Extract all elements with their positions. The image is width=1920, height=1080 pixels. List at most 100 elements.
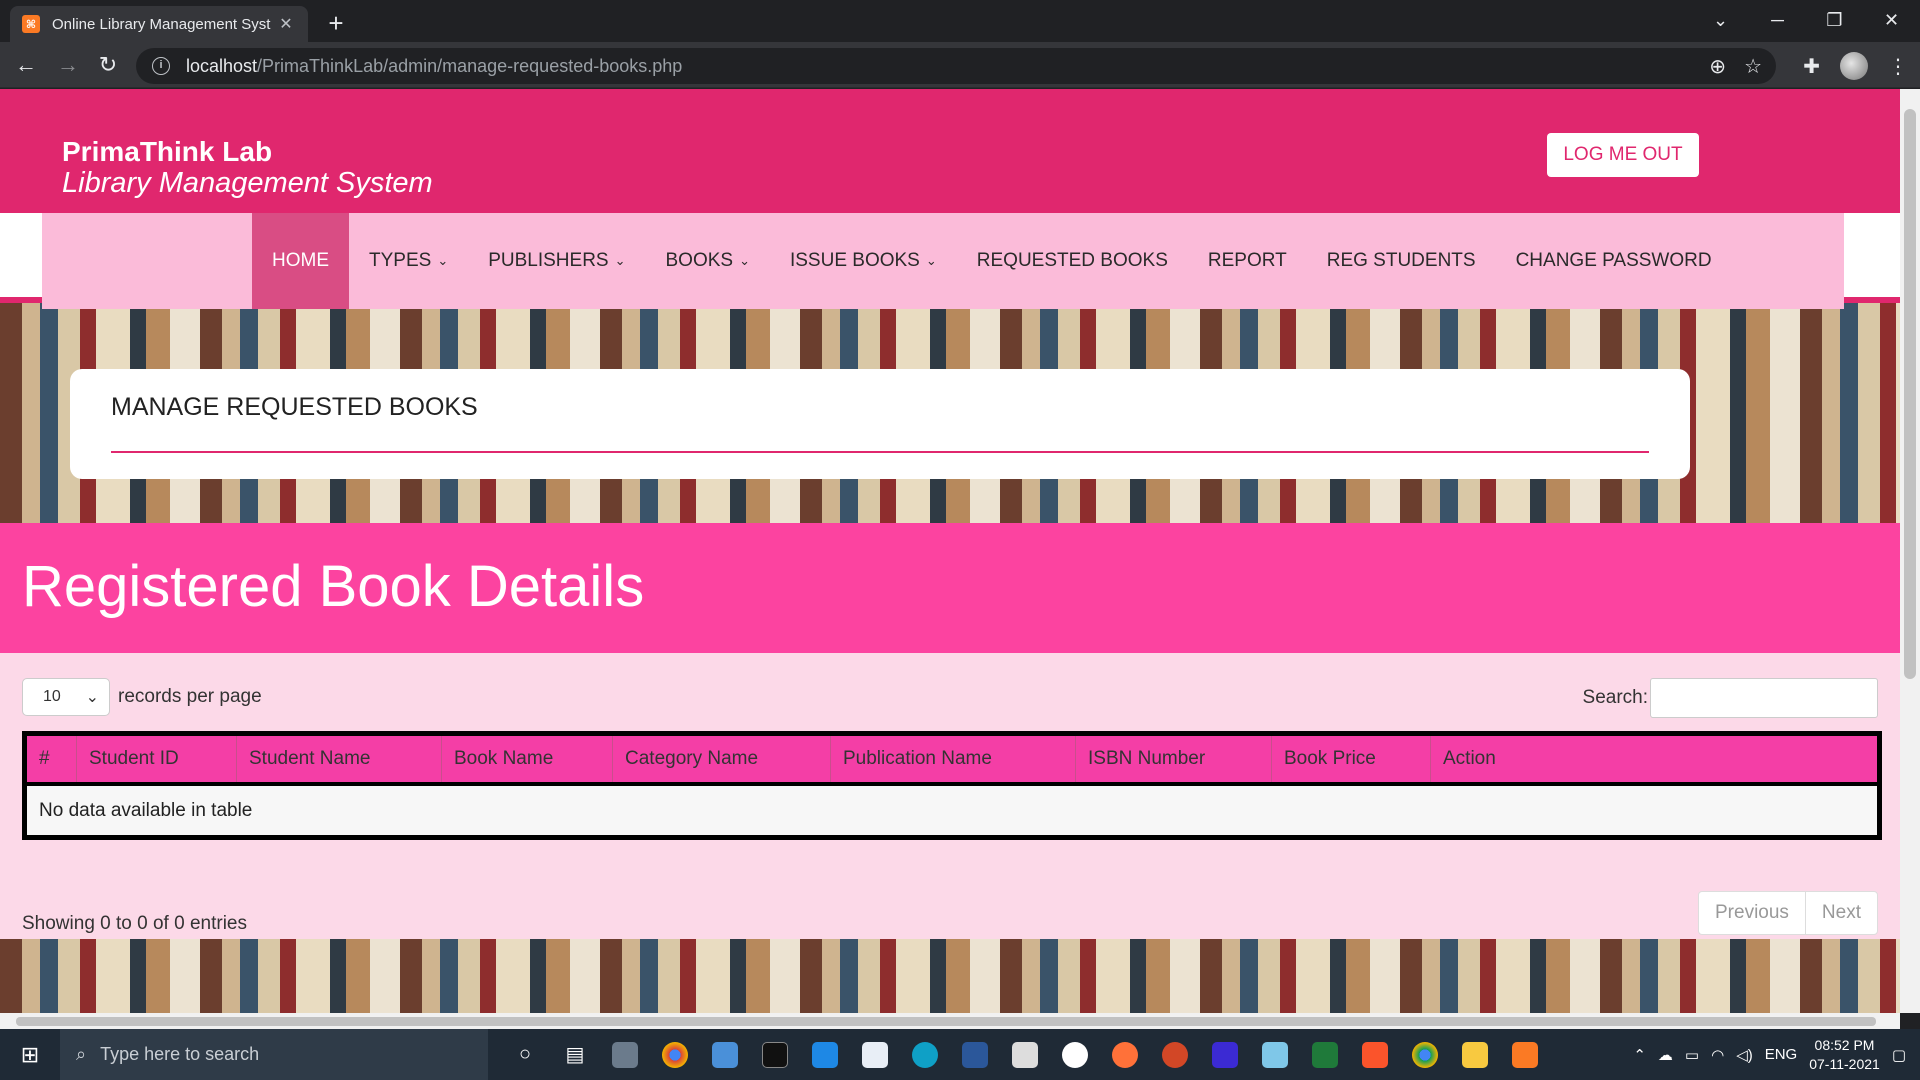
nav-item-label: REPORT xyxy=(1207,250,1287,271)
logout-button[interactable]: LOG ME OUT xyxy=(1547,133,1699,177)
network-app-icon[interactable] xyxy=(700,1029,750,1080)
language-indicator[interactable]: ENG xyxy=(1765,1046,1798,1063)
windows-taskbar: ⊞ ⌕ Type here to search ○ ▤ ⌃ ☁ ▭ ◠ ◁) E… xyxy=(0,1029,1920,1080)
page-length-select[interactable]: 10 ⌄ xyxy=(22,678,110,716)
app-w-icon[interactable] xyxy=(1050,1029,1100,1080)
forward-icon[interactable]: → xyxy=(52,50,84,82)
nav-item-issue-books[interactable]: ISSUE BOOKS ⌄ xyxy=(770,213,957,309)
column-header[interactable]: Action xyxy=(1431,736,1877,782)
extensions-icon[interactable]: ✚ xyxy=(1803,54,1820,79)
terminal-icon[interactable] xyxy=(750,1029,800,1080)
document-icon[interactable] xyxy=(850,1029,900,1080)
brand[interactable]: PrimaThink Lab Library Management System xyxy=(62,137,433,200)
brave-icon[interactable] xyxy=(1350,1029,1400,1080)
restore-icon[interactable]: ❐ xyxy=(1806,0,1863,42)
nav-item-home[interactable]: HOME xyxy=(252,213,349,309)
table-header-row: # Student ID Student Name Book Name Category… xyxy=(27,736,1877,786)
browser-tab[interactable]: ⌘ Online Library Management Syst ✕ xyxy=(10,6,308,42)
column-header[interactable]: Student ID xyxy=(77,736,237,782)
column-header[interactable]: Book Name xyxy=(442,736,613,782)
word-icon[interactable] xyxy=(950,1029,1000,1080)
task-view-icon[interactable]: ▤ xyxy=(550,1029,600,1080)
site-info-icon[interactable]: i xyxy=(152,57,170,75)
url-text: localhost/PrimaThinkLab/admin/manage-req… xyxy=(186,55,683,76)
previous-button[interactable]: Previous xyxy=(1699,892,1806,934)
page-viewport: PrimaThink Lab Library Management System… xyxy=(0,89,1900,1013)
vertical-scrollbar[interactable] xyxy=(1900,89,1920,1013)
clock[interactable]: 08:52 PM 07-11-2021 xyxy=(1809,1036,1880,1074)
next-button[interactable]: Next xyxy=(1806,892,1877,934)
nav-item-requested-books[interactable]: REQUESTED BOOKS xyxy=(957,213,1188,309)
onedrive-icon[interactable]: ☁ xyxy=(1658,1046,1673,1064)
column-header[interactable]: # xyxy=(27,736,77,782)
bookmark-star-icon[interactable]: ☆ xyxy=(1744,54,1762,79)
vertical-scroll-thumb[interactable] xyxy=(1904,109,1916,679)
table-info: Showing 0 to 0 of 0 entries xyxy=(22,913,247,934)
volume-icon[interactable]: ◁) xyxy=(1736,1046,1753,1064)
notes-icon[interactable] xyxy=(1250,1029,1300,1080)
xampp-taskbar-icon[interactable] xyxy=(1500,1029,1550,1080)
chevron-down-icon: ⌄ xyxy=(925,253,937,268)
column-header[interactable]: Publication Name xyxy=(831,736,1076,782)
window-controls: ⌄ ─ ❐ ✕ xyxy=(1692,0,1920,42)
edge-icon[interactable] xyxy=(900,1029,950,1080)
column-header[interactable]: Category Name xyxy=(613,736,831,782)
site-header: PrimaThink Lab Library Management System… xyxy=(0,89,1900,213)
page-title: MANAGE REQUESTED BOOKS xyxy=(111,393,478,421)
system-tray: ⌃ ☁ ▭ ◠ ◁) ENG 08:52 PM 07-11-2021 ▢ xyxy=(1633,1029,1920,1080)
windows-start-icon[interactable]: ⊞ xyxy=(0,1029,60,1080)
nav-item-publishers[interactable]: PUBLISHERS ⌄ xyxy=(468,213,645,309)
vscode-icon[interactable] xyxy=(800,1029,850,1080)
tab-search-icon[interactable]: ⌄ xyxy=(1692,0,1749,42)
wifi-icon[interactable]: ◠ xyxy=(1711,1046,1724,1064)
horizontal-scroll-thumb[interactable] xyxy=(16,1017,1876,1026)
powerpoint-icon[interactable] xyxy=(1150,1029,1200,1080)
camera-icon[interactable] xyxy=(1000,1029,1050,1080)
tray-chevron-icon[interactable]: ⌃ xyxy=(1633,1046,1646,1064)
nav-item-report[interactable]: REPORT xyxy=(1188,213,1307,309)
chrome-icon[interactable] xyxy=(650,1029,700,1080)
close-tab-icon[interactable]: ✕ xyxy=(276,14,296,34)
clock-time: 08:52 PM xyxy=(1814,1036,1875,1053)
table-search-control: Search: xyxy=(1583,678,1878,718)
page-length-value: 10 xyxy=(43,688,61,705)
cortana-icon[interactable]: ○ xyxy=(500,1029,550,1080)
spreadsheet-icon[interactable] xyxy=(1300,1029,1350,1080)
amazon-music-icon[interactable] xyxy=(1200,1029,1250,1080)
back-icon[interactable]: ← xyxy=(10,50,42,82)
notification-icon[interactable]: ▢ xyxy=(1892,1046,1906,1064)
panel-heading: Registered Book Details xyxy=(0,523,1900,653)
column-header[interactable]: Student Name xyxy=(237,736,442,782)
close-window-icon[interactable]: ✕ xyxy=(1863,0,1920,42)
menu-icon[interactable]: ⋮ xyxy=(1888,54,1908,79)
file-explorer-icon[interactable] xyxy=(1450,1029,1500,1080)
firefox-icon[interactable] xyxy=(1100,1029,1150,1080)
new-tab-button[interactable]: + xyxy=(318,8,354,40)
column-header[interactable]: Book Price xyxy=(1272,736,1431,782)
zoom-icon[interactable]: ⊕ xyxy=(1709,54,1726,79)
nav-item-books[interactable]: BOOKS ⌄ xyxy=(646,213,770,309)
page-length-label: records per page xyxy=(118,686,262,707)
nav-item-reg-students[interactable]: REG STUDENTS xyxy=(1307,213,1496,309)
sql-icon[interactable] xyxy=(600,1029,650,1080)
page-title-card: MANAGE REQUESTED BOOKS xyxy=(70,369,1690,479)
chrome-profile-icon[interactable] xyxy=(1400,1029,1450,1080)
xampp-icon: ⌘ xyxy=(22,15,40,33)
profile-avatar[interactable] xyxy=(1840,52,1868,80)
address-bar[interactable]: i localhost/PrimaThinkLab/admin/manage-r… xyxy=(136,48,1776,84)
column-header[interactable]: ISBN Number xyxy=(1076,736,1272,782)
nav-item-types[interactable]: TYPES ⌄ xyxy=(349,213,468,309)
pagination: Previous Next xyxy=(1698,891,1878,935)
horizontal-scrollbar[interactable] xyxy=(0,1013,1900,1029)
battery-icon[interactable]: ▭ xyxy=(1685,1046,1699,1064)
search-input[interactable] xyxy=(1650,678,1878,718)
reload-icon[interactable]: ↻ xyxy=(92,50,124,82)
nav-item-label: CHANGE PASSWORD xyxy=(1515,250,1712,271)
minimize-icon[interactable]: ─ xyxy=(1749,0,1806,42)
nav-item-label: ISSUE BOOKS xyxy=(789,250,920,271)
taskbar-search[interactable]: ⌕ Type here to search xyxy=(60,1029,488,1080)
chevron-down-icon: ⌄ xyxy=(614,253,626,268)
nav-item-change-password[interactable]: CHANGE PASSWORD xyxy=(1496,213,1732,309)
main-nav: HOME TYPES ⌄ PUBLISHERS ⌄ BOOKS ⌄ ISSUE BOOKS ⌄ R… xyxy=(42,213,1844,309)
browser-tab-strip: ⌘ Online Library Management Syst ✕ + ⌄ ─… xyxy=(0,0,1920,42)
